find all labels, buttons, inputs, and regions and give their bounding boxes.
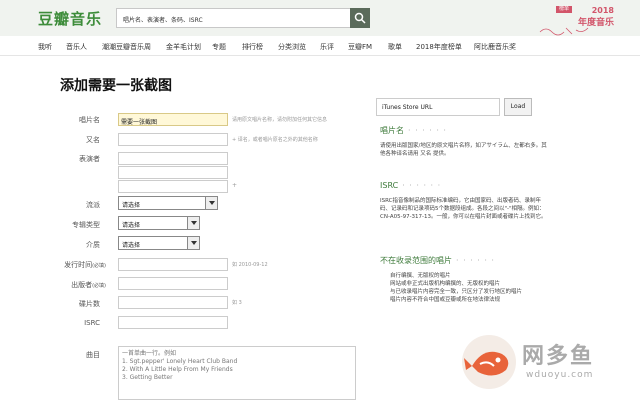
isrc-help-heading: ISRC · · · · · · bbox=[380, 181, 442, 190]
isrc-help-text: ISRC指音像制品的国际标准编码，它由国家码、出版者码、录制年码、记录码和记录项… bbox=[380, 198, 547, 220]
performer-input-2[interactable] bbox=[118, 166, 228, 179]
performer-input-1[interactable] bbox=[118, 152, 228, 165]
list-item: 与已收录唱片内容完全一致，只区分了发行地区的唱片 bbox=[390, 289, 523, 295]
alias-hint: + 译名，或者唱片原名之外的其他名称 bbox=[232, 137, 318, 143]
search-input[interactable]: 唱片名、表演者、条码、ISRC bbox=[116, 8, 352, 28]
discs-input[interactable] bbox=[118, 296, 228, 309]
tracks-textarea[interactable]: 一首单曲一行。例如 1. Sgt.pepper' Lonely Heart Cl… bbox=[118, 346, 356, 400]
search-button[interactable] bbox=[350, 8, 370, 28]
genre-select[interactable]: 请选择 bbox=[118, 196, 218, 210]
nav-item[interactable]: 2018年度榜单 bbox=[416, 42, 462, 52]
search-icon bbox=[354, 12, 366, 24]
promo-scribble-icon bbox=[539, 27, 589, 36]
nav-item[interactable]: 排行榜 bbox=[242, 42, 263, 52]
chevron-down-icon bbox=[205, 197, 217, 209]
watermark: 网多鱼 wduoyu.com bbox=[460, 330, 630, 396]
list-item: 唱片内容不符合中国或豆瓣或所在地法律法规 bbox=[390, 297, 501, 303]
load-button[interactable]: Load bbox=[504, 98, 532, 116]
genre-label: 流派 bbox=[86, 201, 100, 209]
fish-logo-icon bbox=[462, 335, 516, 389]
nav-item[interactable]: 歌单 bbox=[388, 42, 402, 52]
publisher-input[interactable] bbox=[118, 277, 228, 290]
nav-item[interactable]: 乐评 bbox=[320, 42, 334, 52]
tracks-placeholder-line: 一首单曲一行。例如 bbox=[122, 350, 177, 357]
tracks-placeholder-line: 2. With A Little Help From My Friends bbox=[122, 366, 233, 373]
nav-item[interactable]: 金羊毛计划 bbox=[166, 42, 201, 52]
nav-item[interactable]: 潮潮豆瓣音乐周 bbox=[102, 42, 151, 52]
alias-label: 又名 bbox=[86, 136, 100, 144]
album-label: 唱片名 bbox=[79, 116, 100, 124]
add-performer-button[interactable]: + bbox=[232, 182, 237, 189]
performer-label: 表演者 bbox=[79, 155, 100, 163]
release-label: 发行时间(必填) bbox=[64, 261, 106, 269]
nav-item[interactable]: 我听 bbox=[38, 42, 52, 52]
watermark-url: wduoyu.com bbox=[526, 370, 594, 380]
nav-item[interactable]: 豆瓣FM bbox=[348, 42, 372, 52]
chevron-down-icon bbox=[187, 237, 199, 249]
top-bar: 豆瓣音乐 唱片名、表演者、条码、ISRC 榜单 2018 年度音乐 bbox=[0, 0, 640, 36]
list-item: 网站或非正式出版机构编撰的、无版权的唱片 bbox=[390, 281, 501, 287]
isrc-label: ISRC bbox=[84, 319, 100, 327]
release-date-input[interactable] bbox=[118, 258, 228, 271]
album-name-input[interactable]: 需要一张截图 bbox=[118, 113, 228, 126]
album-type-select[interactable]: 请选择 bbox=[118, 216, 200, 230]
scope-list: 自行编撰、无版权的唱片 网站或非正式出版机构编撰的、无版权的唱片 与已收录唱片内… bbox=[390, 272, 550, 304]
site-logo[interactable]: 豆瓣音乐 bbox=[38, 8, 102, 29]
type-select-value: 请选择 bbox=[122, 222, 141, 229]
nav-item[interactable]: 分类浏览 bbox=[278, 42, 306, 52]
main-nav: 我听 音乐人 潮潮豆瓣音乐周 金羊毛计划 专题 排行榜 分类浏览 乐评 豆瓣FM… bbox=[0, 38, 640, 56]
itunes-url-input[interactable]: iTunes Store URL bbox=[376, 98, 500, 116]
required-tag: (必填) bbox=[92, 283, 106, 289]
list-item: 自行编撰、无版权的唱片 bbox=[390, 273, 451, 279]
promo-badge: 榜单 bbox=[556, 6, 572, 13]
required-tag: (必填) bbox=[92, 263, 106, 269]
tracks-placeholder-line: 1. Sgt.pepper' Lonely Heart Club Band bbox=[122, 358, 238, 365]
release-hint: 如 2010-09-12 bbox=[232, 262, 268, 268]
publisher-label: 出版者(必填) bbox=[71, 281, 106, 289]
genre-select-value: 请选择 bbox=[122, 202, 141, 209]
isrc-input[interactable] bbox=[118, 316, 228, 329]
type-label: 专辑类型 bbox=[72, 221, 100, 229]
discs-hint: 如 3 bbox=[232, 300, 242, 306]
discs-label: 碟片数 bbox=[79, 300, 100, 308]
page-title: 添加需要一张截图 bbox=[60, 78, 172, 94]
performer-input-3[interactable] bbox=[118, 180, 228, 193]
nav-item[interactable]: 音乐人 bbox=[66, 42, 87, 52]
media-label: 介质 bbox=[86, 241, 100, 249]
tracks-placeholder-line: 3. Getting Better bbox=[122, 374, 173, 381]
media-select-value: 请选择 bbox=[122, 242, 141, 249]
album-hint: 请用原文唱片名称，请勿附加任何其它信息 bbox=[232, 117, 328, 123]
media-select[interactable]: 请选择 bbox=[118, 236, 200, 250]
watermark-title: 网多鱼 bbox=[522, 344, 595, 369]
year-chart-promo[interactable]: 榜单 2018 年度音乐 bbox=[536, 4, 622, 36]
nav-item[interactable]: 专题 bbox=[212, 42, 226, 52]
album-help-heading: 唱片名 · · · · · · bbox=[380, 126, 447, 135]
album-help-text: 请使用出版国家/地区的原文唱片名称，如アサイラム、左都右多。其他各种译名请用 又… bbox=[380, 143, 547, 157]
scope-help-heading: 不在收录范围的唱片 · · · · · · bbox=[380, 256, 495, 265]
promo-year: 2018 bbox=[591, 6, 614, 15]
tracks-label: 曲目 bbox=[86, 351, 100, 359]
alias-input[interactable] bbox=[118, 133, 228, 146]
chevron-down-icon bbox=[187, 217, 199, 229]
nav-item[interactable]: 阿比鹿音乐奖 bbox=[474, 42, 516, 52]
